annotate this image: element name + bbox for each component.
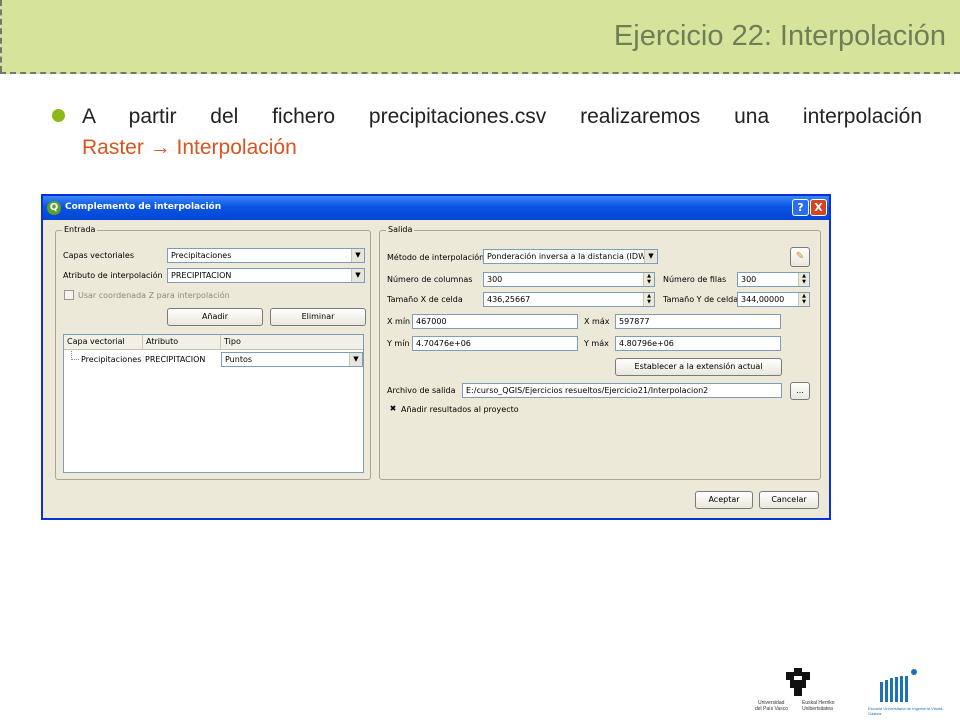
slide-title: Ejercicio 22: Interpolación — [613, 20, 946, 52]
capas-label: Capas vectoriales — [63, 251, 134, 260]
upv-emblem-icon — [786, 668, 810, 696]
row-capa: Precipitaciones — [81, 355, 142, 364]
tree-line — [71, 351, 79, 360]
salida-label: Salida — [386, 225, 415, 234]
tam-y-label: Tamaño Y de celda — [663, 295, 739, 304]
layers-table[interactable]: Capa vectorial Atributo Tipo Precipitaci… — [63, 334, 364, 473]
capas-select[interactable]: Precipitaciones ▼ — [167, 248, 365, 263]
bullet-text: A partir del fichero precipitaciones.csv… — [82, 105, 922, 128]
ymax-value: 4.80796e+06 — [619, 339, 674, 348]
slide-header: Ejercicio 22: Interpolación — [0, 0, 960, 74]
tam-y-value: 344,00000 — [741, 295, 785, 304]
remove-button[interactable]: Eliminar — [270, 308, 366, 326]
ymax-label: Y máx — [584, 339, 609, 348]
tam-x-label: Tamaño X de celda — [387, 295, 463, 304]
interpolation-dialog: Q Complemento de interpolación ? X Entra… — [41, 194, 831, 520]
columnas-label: Número de columnas — [387, 275, 473, 284]
accept-button[interactable]: Aceptar — [695, 491, 753, 509]
ymax-input[interactable]: 4.80796e+06 — [615, 336, 781, 351]
menu-path: Raster → Interpolación — [82, 136, 297, 159]
columnas-spin[interactable]: ▲ ▼ — [643, 273, 654, 286]
cancel-button[interactable]: Cancelar — [759, 491, 819, 509]
columnas-value: 300 — [487, 275, 503, 284]
chevron-down-icon[interactable]: ▼ — [644, 250, 657, 263]
atributo-label: Atributo de interpolación — [63, 271, 163, 280]
columnas-input[interactable]: 300 ▲ ▼ — [483, 272, 655, 287]
metodo-select[interactable]: Ponderación inversa a la distancia (IDW)… — [483, 249, 658, 264]
upv-text-4: Unibertsitatea — [802, 706, 833, 712]
filas-input[interactable]: 300 ▲ ▼ — [737, 272, 810, 287]
chevron-down-icon[interactable]: ▼ — [351, 269, 364, 282]
usar-z-label: Usar coordenada Z para interpolación — [78, 291, 230, 300]
metodo-value: Ponderación inversa a la distancia (IDW) — [487, 252, 650, 261]
xmax-label: X máx — [584, 317, 610, 326]
tam-x-spin[interactable]: ▲ ▼ — [643, 293, 654, 306]
xmin-value: 467000 — [416, 317, 447, 326]
qgis-icon: Q — [47, 201, 61, 215]
browse-button[interactable]: ... — [790, 382, 810, 400]
help-button[interactable]: ? — [792, 199, 809, 216]
xmax-value: 597877 — [619, 317, 650, 326]
tam-y-input[interactable]: 344,00000 ▲ ▼ — [737, 292, 810, 307]
add-results-label: Añadir resultados al proyecto — [401, 405, 519, 414]
tam-x-value: 436,25667 — [487, 295, 531, 304]
capas-value: Precipitaciones — [171, 251, 232, 260]
add-button[interactable]: Añadir — [167, 308, 263, 326]
tam-y-spin[interactable]: ▲ ▼ — [798, 293, 809, 306]
chevron-down-icon[interactable]: ▼ — [351, 249, 364, 262]
bullet-dot — [52, 109, 65, 122]
entrada-label: Entrada — [62, 225, 98, 234]
eui-logo: Escuela Universitaria de Ingeniería Vito… — [868, 668, 948, 716]
ymin-input[interactable]: 4.70476e+06 — [412, 336, 578, 351]
atributo-select[interactable]: PRECIPITACION ▼ — [167, 268, 365, 283]
dialog-titlebar[interactable]: Q Complemento de interpolación ? X — [43, 196, 829, 220]
close-button[interactable]: X — [810, 199, 827, 216]
ymin-label: Y mín — [387, 339, 410, 348]
row-atributo: PRECIPITACION — [145, 355, 206, 364]
table-row[interactable]: Precipitaciones PRECIPITACION Puntos ▼ — [64, 351, 363, 367]
upv-text-2: del País Vasco — [755, 706, 788, 712]
xmin-input[interactable]: 467000 — [412, 314, 578, 329]
usar-z-checkbox[interactable] — [64, 290, 74, 300]
xmax-input[interactable]: 597877 — [615, 314, 781, 329]
table-header: Capa vectorial Atributo Tipo — [64, 335, 363, 350]
configure-button[interactable]: ✎ — [790, 247, 810, 267]
tam-x-input[interactable]: 436,25667 ▲ ▼ — [483, 292, 655, 307]
header-capa[interactable]: Capa vectorial — [64, 335, 143, 350]
archivo-label: Archivo de salida — [387, 386, 456, 395]
filas-spin[interactable]: ▲ ▼ — [798, 273, 809, 286]
filas-label: Número de filas — [663, 275, 727, 284]
header-tipo[interactable]: Tipo — [221, 335, 363, 350]
tipo-select[interactable]: Puntos ▼ — [221, 352, 363, 367]
archivo-value: E:/curso_QGIS/Ejercicios resueltos/Ejerc… — [466, 386, 709, 395]
tipo-value: Puntos — [225, 355, 253, 364]
slide: Ejercicio 22: Interpolación A partir del… — [0, 0, 960, 720]
dialog-title: Complemento de interpolación — [65, 202, 222, 212]
pencil-icon: ✎ — [795, 251, 805, 262]
archivo-input[interactable]: E:/curso_QGIS/Ejercicios resueltos/Ejerc… — [462, 383, 782, 398]
set-extent-button[interactable]: Establecer a la extensión actual — [615, 358, 782, 376]
salida-group: Salida Método de interpolación Ponderaci… — [379, 225, 821, 480]
atributo-value: PRECIPITACION — [171, 271, 232, 280]
eui-emblem-icon — [880, 669, 917, 702]
chevron-down-icon[interactable]: ▼ — [349, 353, 362, 366]
eui-text: Escuela Universitaria de Ingeniería Vito… — [868, 706, 944, 716]
xmin-label: X mín — [387, 317, 411, 326]
ymin-value: 4.70476e+06 — [416, 339, 471, 348]
metodo-label: Método de interpolación — [387, 253, 485, 262]
filas-value: 300 — [741, 275, 757, 284]
header-atributo[interactable]: Atributo — [143, 335, 221, 350]
upv-logo: Universidad del País Vasco Euskal Herrik… — [752, 668, 842, 716]
add-results-checkbox[interactable]: ✖ — [388, 405, 398, 415]
